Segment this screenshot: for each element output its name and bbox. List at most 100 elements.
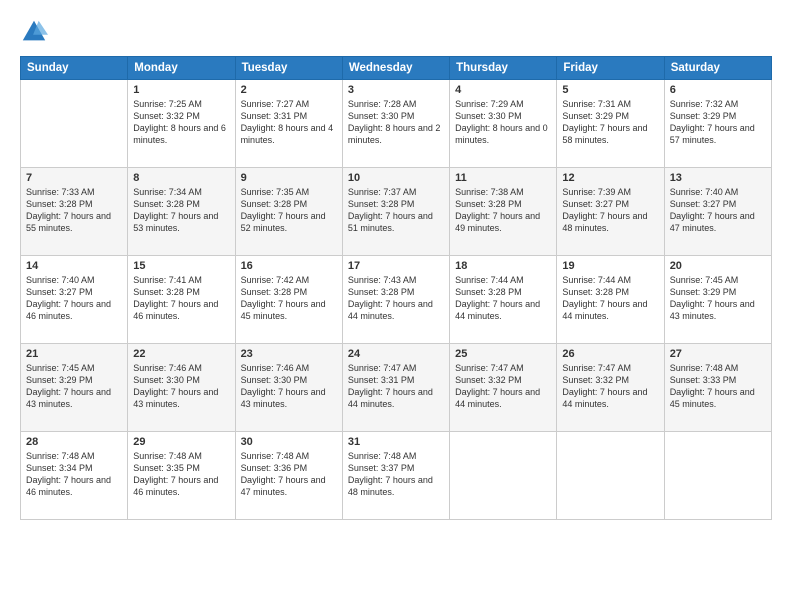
weekday-sunday: Sunday [21,57,128,80]
day-number: 4 [455,84,551,96]
day-cell [557,432,664,520]
day-info: Sunrise: 7:44 AMSunset: 3:28 PMDaylight:… [562,274,658,323]
day-info: Sunrise: 7:45 AMSunset: 3:29 PMDaylight:… [26,362,122,411]
day-cell: 22 Sunrise: 7:46 AMSunset: 3:30 PMDayligh… [128,344,235,432]
day-info: Sunrise: 7:48 AMSunset: 3:34 PMDaylight:… [26,450,122,499]
day-info: Sunrise: 7:25 AMSunset: 3:32 PMDaylight:… [133,98,229,147]
day-info: Sunrise: 7:38 AMSunset: 3:28 PMDaylight:… [455,186,551,235]
day-number: 7 [26,172,122,184]
day-number: 17 [348,260,444,272]
day-number: 24 [348,348,444,360]
day-info: Sunrise: 7:45 AMSunset: 3:29 PMDaylight:… [670,274,766,323]
day-info: Sunrise: 7:34 AMSunset: 3:28 PMDaylight:… [133,186,229,235]
week-row-3: 14 Sunrise: 7:40 AMSunset: 3:27 PMDayligh… [21,256,772,344]
day-cell: 19 Sunrise: 7:44 AMSunset: 3:28 PMDayligh… [557,256,664,344]
day-number: 19 [562,260,658,272]
day-info: Sunrise: 7:40 AMSunset: 3:27 PMDaylight:… [26,274,122,323]
day-cell: 4 Sunrise: 7:29 AMSunset: 3:30 PMDaylight… [450,80,557,168]
day-cell: 25Sunrise: 7:47 AMSunset: 3:32 PMDayligh… [450,344,557,432]
day-info: Sunrise: 7:39 AMSunset: 3:27 PMDaylight:… [562,186,658,235]
weekday-tuesday: Tuesday [235,57,342,80]
day-cell: 17 Sunrise: 7:43 AMSunset: 3:28 PMDayligh… [342,256,449,344]
day-cell: 18 Sunrise: 7:44 AMSunset: 3:28 PMDayligh… [450,256,557,344]
day-info: Sunrise: 7:46 AMSunset: 3:30 PMDaylight:… [241,362,337,411]
day-info: Sunrise: 7:44 AMSunset: 3:28 PMDaylight:… [455,274,551,323]
day-cell: 6Sunrise: 7:32 AMSunset: 3:29 PMDaylight… [664,80,771,168]
day-number: 14 [26,260,122,272]
day-cell: 27 Sunrise: 7:48 AMSunset: 3:33 PMDayligh… [664,344,771,432]
day-info: Sunrise: 7:37 AMSunset: 3:28 PMDaylight:… [348,186,444,235]
day-info: Sunrise: 7:28 AMSunset: 3:30 PMDaylight:… [348,98,444,147]
day-cell: 31 Sunrise: 7:48 AMSunset: 3:37 PMDayligh… [342,432,449,520]
day-info: Sunrise: 7:48 AMSunset: 3:36 PMDaylight:… [241,450,337,499]
day-info: Sunrise: 7:48 AMSunset: 3:33 PMDaylight:… [670,362,766,411]
day-cell: 5 Sunrise: 7:31 AMSunset: 3:29 PMDaylight… [557,80,664,168]
day-info: Sunrise: 7:42 AMSunset: 3:28 PMDaylight:… [241,274,337,323]
day-number: 29 [133,436,229,448]
logo [20,18,54,46]
day-cell: 7 Sunrise: 7:33 AMSunset: 3:28 PMDaylight… [21,168,128,256]
day-info: Sunrise: 7:48 AMSunset: 3:37 PMDaylight:… [348,450,444,499]
day-number: 27 [670,348,766,360]
day-number: 20 [670,260,766,272]
day-number: 16 [241,260,337,272]
day-cell: 3 Sunrise: 7:28 AMSunset: 3:30 PMDaylight… [342,80,449,168]
day-info: Sunrise: 7:47 AMSunset: 3:32 PMDaylight:… [562,362,658,411]
day-info: Sunrise: 7:31 AMSunset: 3:29 PMDaylight:… [562,98,658,147]
day-info: Sunrise: 7:40 AMSunset: 3:27 PMDaylight:… [670,186,766,235]
day-cell: 21Sunrise: 7:45 AMSunset: 3:29 PMDayligh… [21,344,128,432]
day-cell: 30 Sunrise: 7:48 AMSunset: 3:36 PMDayligh… [235,432,342,520]
week-row-2: 7 Sunrise: 7:33 AMSunset: 3:28 PMDaylight… [21,168,772,256]
week-row-1: 1Sunrise: 7:25 AMSunset: 3:32 PMDaylight… [21,80,772,168]
day-number: 18 [455,260,551,272]
week-row-4: 21Sunrise: 7:45 AMSunset: 3:29 PMDayligh… [21,344,772,432]
day-info: Sunrise: 7:29 AMSunset: 3:30 PMDaylight:… [455,98,551,147]
logo-icon [20,18,48,46]
weekday-header-row: SundayMondayTuesdayWednesdayThursdayFrid… [21,57,772,80]
day-number: 28 [26,436,122,448]
day-info: Sunrise: 7:46 AMSunset: 3:30 PMDaylight:… [133,362,229,411]
day-cell: 1Sunrise: 7:25 AMSunset: 3:32 PMDaylight… [128,80,235,168]
day-number: 30 [241,436,337,448]
day-cell: 13Sunrise: 7:40 AMSunset: 3:27 PMDayligh… [664,168,771,256]
weekday-thursday: Thursday [450,57,557,80]
day-cell: 12Sunrise: 7:39 AMSunset: 3:27 PMDayligh… [557,168,664,256]
day-cell [21,80,128,168]
day-number: 11 [455,172,551,184]
day-info: Sunrise: 7:41 AMSunset: 3:28 PMDaylight:… [133,274,229,323]
day-number: 23 [241,348,337,360]
day-cell: 16 Sunrise: 7:42 AMSunset: 3:28 PMDayligh… [235,256,342,344]
day-cell: 15Sunrise: 7:41 AMSunset: 3:28 PMDayligh… [128,256,235,344]
day-cell [450,432,557,520]
day-cell: 9 Sunrise: 7:35 AMSunset: 3:28 PMDaylight… [235,168,342,256]
day-cell: 24 Sunrise: 7:47 AMSunset: 3:31 PMDayligh… [342,344,449,432]
weekday-wednesday: Wednesday [342,57,449,80]
day-number: 2 [241,84,337,96]
day-cell: 11 Sunrise: 7:38 AMSunset: 3:28 PMDayligh… [450,168,557,256]
weekday-friday: Friday [557,57,664,80]
calendar-table: SundayMondayTuesdayWednesdayThursdayFrid… [20,56,772,520]
day-number: 6 [670,84,766,96]
day-info: Sunrise: 7:47 AMSunset: 3:32 PMDaylight:… [455,362,551,411]
day-number: 10 [348,172,444,184]
day-info: Sunrise: 7:35 AMSunset: 3:28 PMDaylight:… [241,186,337,235]
page-header [20,18,772,46]
day-number: 31 [348,436,444,448]
week-row-5: 28 Sunrise: 7:48 AMSunset: 3:34 PMDayligh… [21,432,772,520]
day-cell: 20 Sunrise: 7:45 AMSunset: 3:29 PMDayligh… [664,256,771,344]
day-number: 9 [241,172,337,184]
day-info: Sunrise: 7:48 AMSunset: 3:35 PMDaylight:… [133,450,229,499]
day-info: Sunrise: 7:43 AMSunset: 3:28 PMDaylight:… [348,274,444,323]
day-number: 3 [348,84,444,96]
day-number: 22 [133,348,229,360]
day-info: Sunrise: 7:33 AMSunset: 3:28 PMDaylight:… [26,186,122,235]
day-info: Sunrise: 7:27 AMSunset: 3:31 PMDaylight:… [241,98,337,147]
day-cell: 2 Sunrise: 7:27 AMSunset: 3:31 PMDaylight… [235,80,342,168]
day-cell: 29 Sunrise: 7:48 AMSunset: 3:35 PMDayligh… [128,432,235,520]
day-number: 5 [562,84,658,96]
day-cell: 23 Sunrise: 7:46 AMSunset: 3:30 PMDayligh… [235,344,342,432]
day-cell [664,432,771,520]
day-info: Sunrise: 7:47 AMSunset: 3:31 PMDaylight:… [348,362,444,411]
weekday-monday: Monday [128,57,235,80]
day-cell: 10 Sunrise: 7:37 AMSunset: 3:28 PMDayligh… [342,168,449,256]
